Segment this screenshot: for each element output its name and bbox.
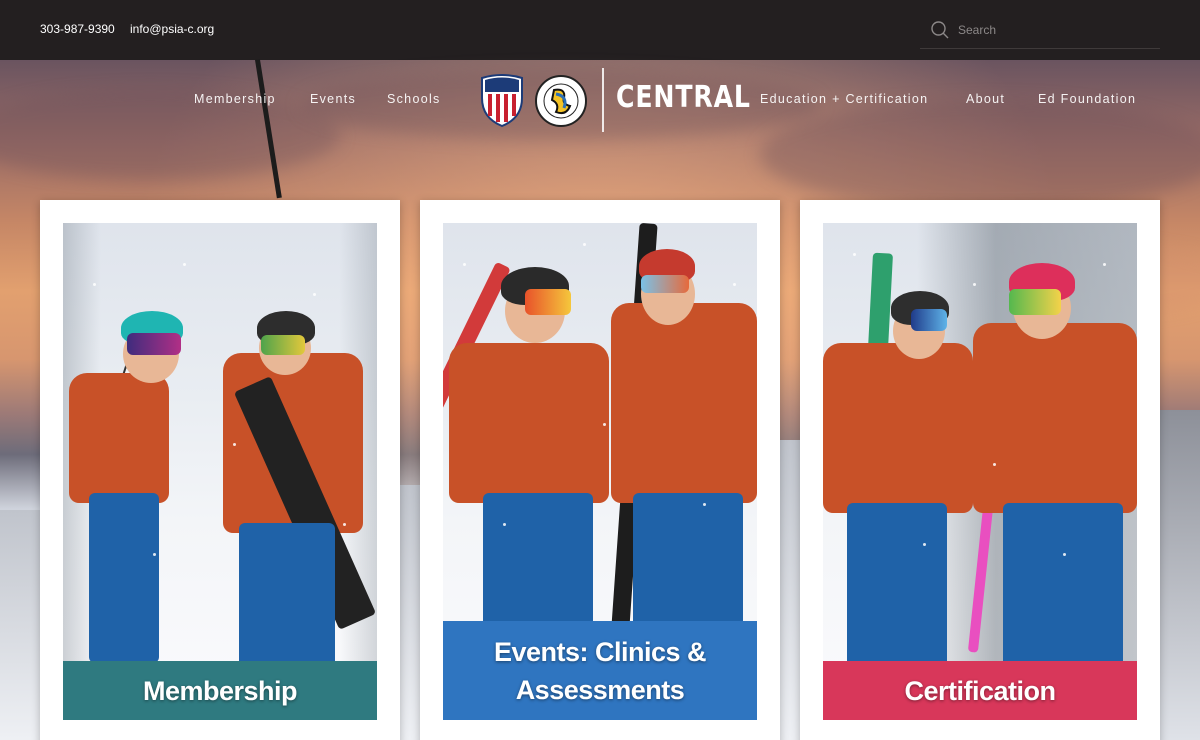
search-icon[interactable] (930, 20, 950, 40)
phone-link[interactable]: 303-987-9390 (40, 22, 115, 36)
aasi-circle-logo (535, 75, 587, 127)
nav-events[interactable]: Events (310, 92, 356, 106)
card-events[interactable]: Events: Clinics & Assessments (420, 200, 780, 740)
card-label-certification[interactable]: Certification (823, 661, 1137, 720)
card-membership[interactable]: Membership (40, 200, 400, 740)
search-box[interactable] (920, 12, 1160, 49)
nav-ed-foundation[interactable]: Ed Foundation (1038, 92, 1136, 106)
card-photo: Certification (823, 223, 1137, 720)
nav-about[interactable]: About (966, 92, 1005, 106)
card-certification[interactable]: Certification (800, 200, 1160, 740)
nav-education-certification[interactable]: Education + Certification (760, 92, 928, 106)
card-photo: Events: Clinics & Assessments (443, 223, 757, 720)
card-photo: Membership (63, 223, 377, 720)
site-logo[interactable]: CENTRAL (478, 68, 750, 134)
nav-schools[interactable]: Schools (387, 92, 441, 106)
brand-name: CENTRAL (616, 80, 751, 115)
email-link[interactable]: info@psia-c.org (130, 22, 214, 36)
card-label-events[interactable]: Events: Clinics & Assessments (443, 621, 757, 720)
logo-divider (602, 68, 604, 132)
card-label-membership[interactable]: Membership (63, 661, 377, 720)
psia-shield-logo (481, 74, 523, 128)
nav-membership[interactable]: Membership (194, 92, 276, 106)
search-input[interactable] (958, 20, 1148, 40)
top-bar: 303-987-9390 info@psia-c.org (0, 0, 1200, 60)
